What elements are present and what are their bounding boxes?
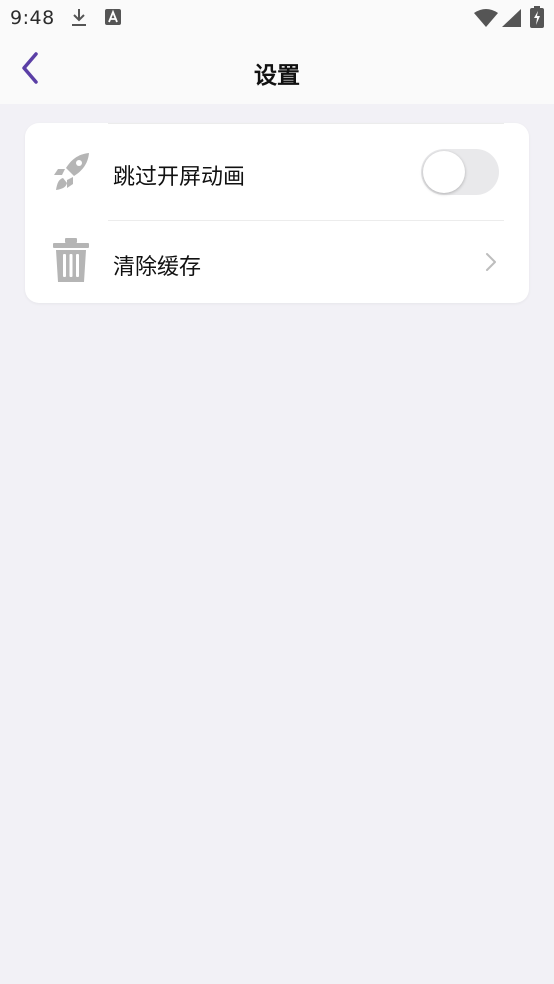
skip-splash-toggle[interactable] <box>421 149 499 195</box>
rocket-icon <box>52 153 90 191</box>
status-bar: 9:48 <box>0 0 554 36</box>
skip-splash-label: 跳过开屏动画 <box>113 165 246 190</box>
signal-icon <box>502 9 521 31</box>
toggle-knob <box>423 151 465 193</box>
trash-icon <box>52 238 90 282</box>
page-title: 设置 <box>254 63 300 89</box>
nav-bar: 设置 <box>0 36 554 104</box>
a-notification-icon <box>105 9 121 29</box>
wifi-icon <box>474 9 498 31</box>
clear-cache-row[interactable]: 清除缓存 <box>25 221 529 303</box>
battery-icon <box>530 6 544 32</box>
chevron-right-icon <box>483 251 499 273</box>
skip-splash-row: 跳过开屏动画 <box>25 123 529 213</box>
settings-card: 跳过开屏动画 清除缓存 <box>25 123 529 303</box>
clear-cache-label: 清除缓存 <box>113 255 202 280</box>
status-time: 9:48 <box>10 7 55 29</box>
download-icon <box>70 8 88 32</box>
